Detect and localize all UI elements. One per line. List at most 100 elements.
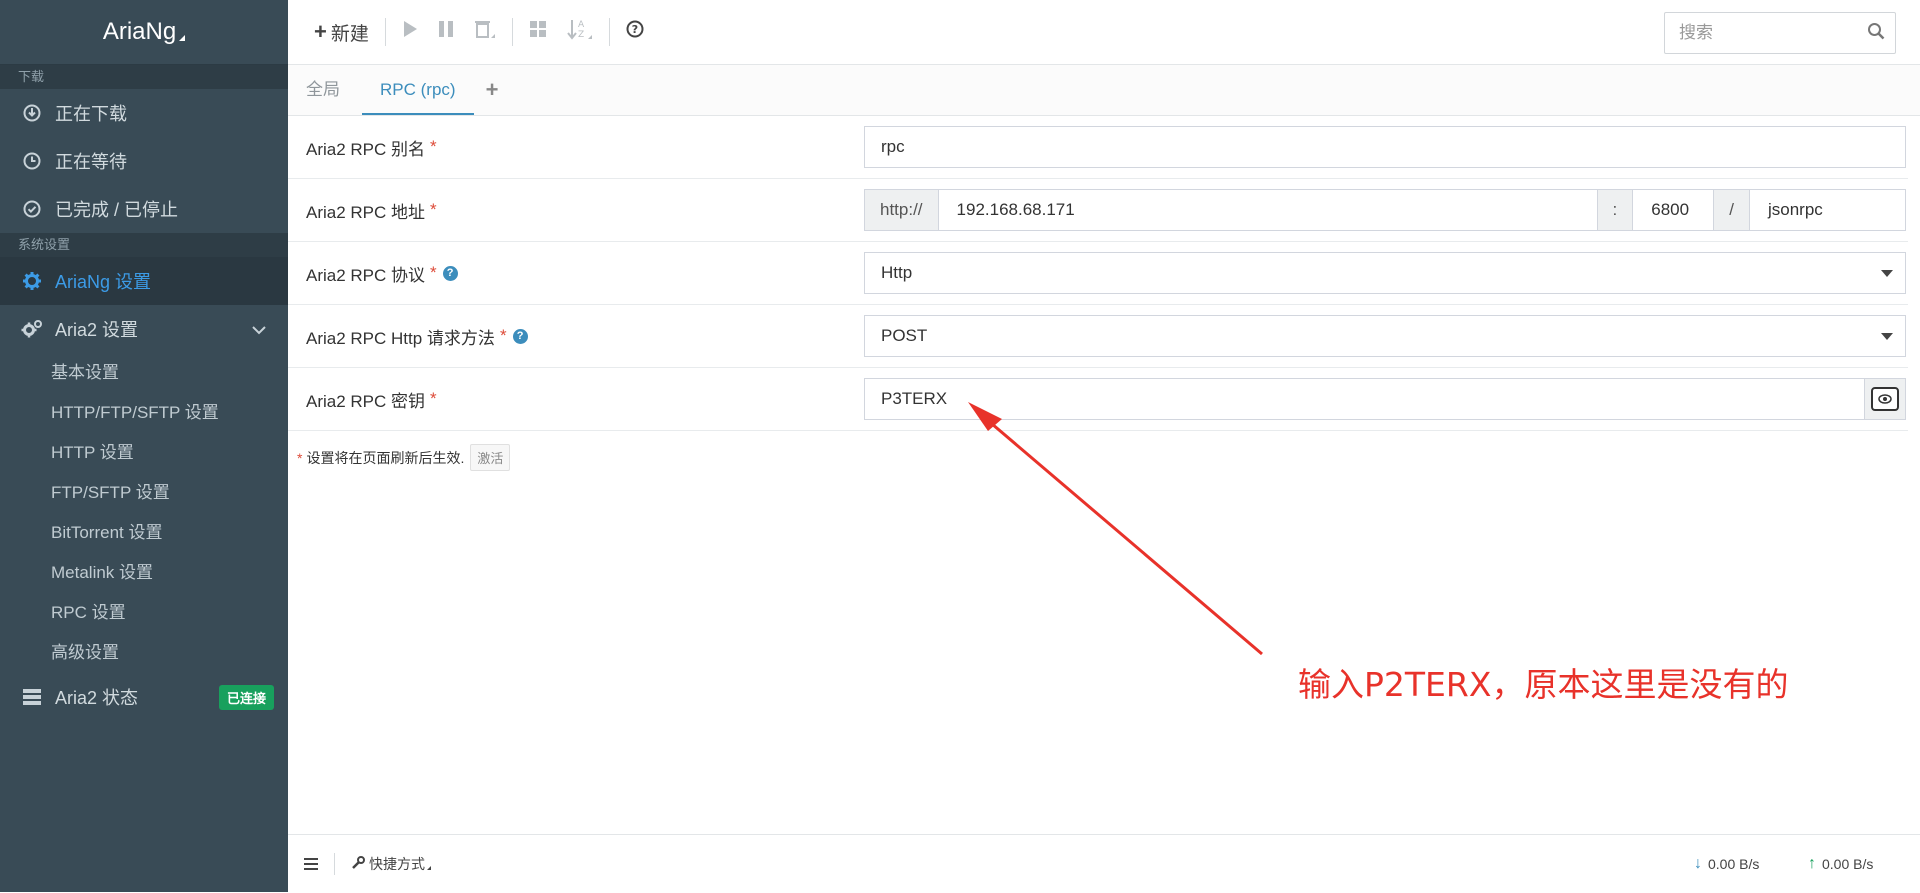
hamburger-menu-icon[interactable]: [304, 858, 318, 870]
download-speed-value: 0.00 B/s: [1708, 856, 1760, 872]
setting-label-text: Aria2 RPC Http 请求方法: [306, 328, 495, 348]
required-mark: *: [499, 326, 507, 345]
help-button[interactable]: ?: [616, 12, 654, 52]
clock-icon: [21, 150, 43, 172]
sidebar-subitem-bittorrent[interactable]: BitTorrent 设置: [0, 513, 288, 553]
protocol-prefix: http://: [865, 190, 939, 230]
setting-label: Aria2 RPC 地址 *: [288, 198, 864, 223]
select-all-button[interactable]: [519, 12, 557, 52]
rpc-settings-form: Aria2 RPC 别名 * rpc Aria2 RPC 地址 * http:/…: [288, 116, 1908, 431]
app-title: AriaNg: [102, 18, 177, 45]
sidebar-subitem-advanced[interactable]: 高级设置: [0, 633, 288, 673]
setting-row-alias: Aria2 RPC 别名 * rpc: [288, 116, 1908, 179]
gear-icon: [21, 270, 43, 292]
sidebar-item-ariang-settings[interactable]: AriaNg 设置: [0, 257, 288, 305]
sidebar-item-downloading[interactable]: 正在下载: [0, 89, 288, 137]
arrow-down-icon: ↓: [1694, 855, 1702, 872]
section-header-download: 下载: [0, 65, 288, 89]
required-mark: *: [430, 200, 437, 219]
logo-caret-icon: [179, 35, 186, 41]
sidebar-item-label: 已完成 / 已停止: [55, 200, 179, 220]
sidebar-subitem-metalink[interactable]: Metalink 设置: [0, 553, 288, 593]
gears-icon: [21, 318, 43, 340]
sidebar-item-label: 正在等待: [55, 152, 127, 172]
help-icon[interactable]: ?: [512, 328, 528, 344]
search-icon[interactable]: [1867, 22, 1885, 45]
method-value: POST: [881, 326, 928, 345]
sidebar-subitem-rpc[interactable]: RPC 设置: [0, 593, 288, 633]
alias-value: rpc: [881, 137, 905, 156]
setting-row-secret: Aria2 RPC 密钥 * P3TERX: [288, 368, 1908, 431]
setting-label: Aria2 RPC Http 请求方法 * ?: [288, 324, 864, 349]
sort-button[interactable]: AZ: [557, 12, 603, 52]
note-text: 设置将在页面刷新后生效.: [306, 449, 465, 466]
delete-button[interactable]: [464, 12, 506, 52]
sidebar-item-aria2-settings[interactable]: Aria2 设置: [0, 305, 288, 353]
port-input[interactable]: 6800: [1633, 190, 1713, 230]
colon-separator: :: [1596, 190, 1634, 230]
download-circle-icon: [21, 102, 43, 124]
sidebar-item-label: 正在下载: [55, 104, 127, 124]
svg-text:?: ?: [632, 23, 638, 36]
app-logo[interactable]: AriaNg: [0, 0, 288, 65]
host-input[interactable]: 192.168.68.171: [939, 190, 1597, 230]
sort-alpha-icon: AZ: [567, 18, 593, 46]
setting-label: Aria2 RPC 别名 *: [288, 135, 864, 160]
setting-row-method: Aria2 RPC Http 请求方法 * ? POST: [288, 305, 1908, 368]
tab-global[interactable]: 全局: [288, 65, 358, 115]
setting-label-text: Aria2 RPC 协议: [306, 265, 426, 285]
shortcut-menu[interactable]: 快捷方式: [351, 854, 431, 874]
sidebar-item-label: Aria2 状态: [55, 688, 139, 708]
alias-input[interactable]: rpc: [864, 126, 1906, 168]
required-mark: *: [430, 137, 437, 156]
sidebar-item-stopped[interactable]: 已完成 / 已停止: [0, 185, 288, 233]
setting-label-text: Aria2 RPC 地址: [306, 202, 426, 222]
upload-speed: ↑ 0.00 B/s: [1808, 855, 1873, 873]
footer-divider: [334, 853, 335, 875]
sidebar-subitem-http-ftp-sftp[interactable]: HTTP/FTP/SFTP 设置: [0, 393, 288, 433]
tab-rpc[interactable]: RPC (rpc): [362, 65, 474, 115]
required-mark: *: [297, 449, 303, 466]
sidebar-subitem-http[interactable]: HTTP 设置: [0, 433, 288, 473]
svg-text:Z: Z: [578, 30, 584, 40]
new-task-label: 新建: [330, 23, 369, 45]
sidebar-subitem-ftp-sftp[interactable]: FTP/SFTP 设置: [0, 473, 288, 513]
sidebar-item-label: Aria2 设置: [55, 320, 139, 340]
activate-button[interactable]: 激活: [470, 444, 511, 471]
protocol-select[interactable]: Http: [864, 252, 1906, 294]
toggle-secret-visibility-button[interactable]: [1864, 379, 1905, 419]
new-task-button[interactable]: + 新建: [304, 12, 379, 52]
settings-tabs: 全局 RPC (rpc) +: [288, 65, 1920, 116]
secret-input[interactable]: P3TERX: [864, 378, 1906, 420]
slash-separator: /: [1713, 190, 1750, 230]
start-button[interactable]: [392, 12, 428, 52]
eye-icon: [1871, 387, 1899, 411]
check-circle-icon: [21, 198, 43, 220]
path-input[interactable]: jsonrpc: [1750, 190, 1823, 230]
question-circle-icon: ?: [626, 20, 644, 44]
setting-label-text: Aria2 RPC 别名: [306, 139, 426, 159]
caret-icon: [427, 866, 431, 870]
search-input[interactable]: [1665, 22, 1861, 44]
protocol-value: Http: [881, 263, 913, 282]
setting-row-address: Aria2 RPC 地址 * http:// 192.168.68.171 : …: [288, 179, 1908, 242]
sidebar-item-waiting[interactable]: 正在等待: [0, 137, 288, 185]
sidebar-subitem-basic[interactable]: 基本设置: [0, 353, 288, 393]
help-icon[interactable]: ?: [442, 265, 458, 281]
footer: 快捷方式 ↓ 0.00 B/s ↑ 0.00 B/s: [288, 834, 1920, 893]
required-mark: *: [430, 263, 437, 282]
add-rpc-tab-button[interactable]: +: [474, 65, 511, 115]
chevron-down-icon: [252, 319, 266, 340]
pause-button[interactable]: [428, 12, 464, 52]
sidebar: AriaNg 下载 正在下载 正在等待 已完成 / 已停止 系统设置 AriaN…: [0, 0, 288, 892]
method-select[interactable]: POST: [864, 315, 1906, 357]
grid-icon: [529, 20, 547, 44]
caret-down-icon: [1881, 332, 1893, 340]
address-input-group: http:// 192.168.68.171 : 6800 / jsonrpc: [864, 189, 1906, 231]
search-box: [1664, 12, 1896, 54]
secret-value: P3TERX: [881, 389, 948, 408]
sidebar-item-aria2-status[interactable]: Aria2 状态 已连接: [0, 673, 288, 721]
setting-label: Aria2 RPC 协议 * ?: [288, 261, 864, 286]
play-icon: [402, 20, 418, 44]
svg-text:A: A: [578, 20, 585, 30]
